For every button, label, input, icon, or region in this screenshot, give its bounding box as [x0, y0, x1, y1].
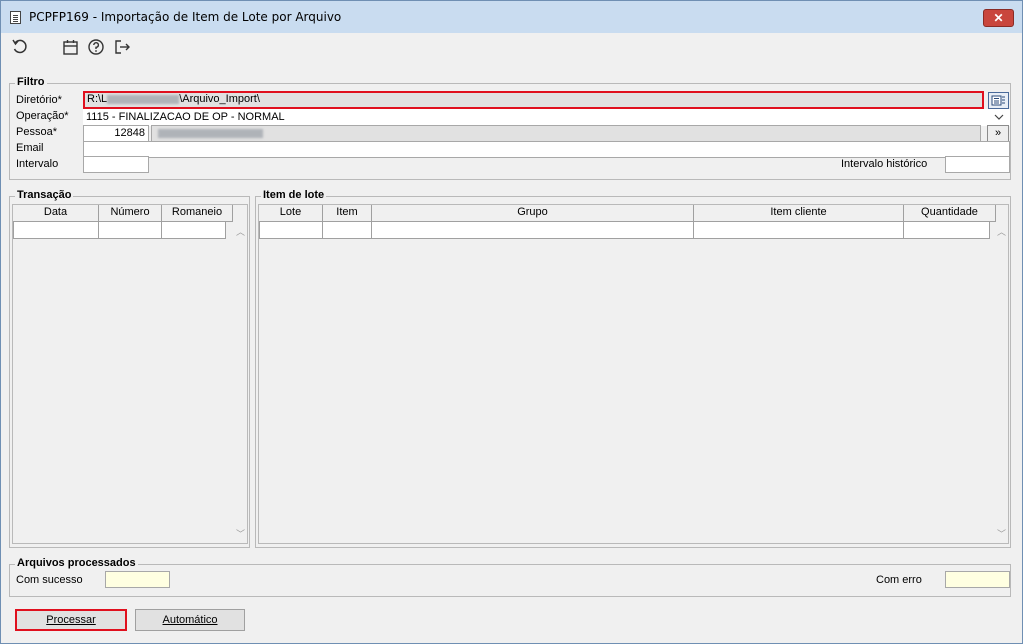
document-icon: [10, 11, 21, 24]
redacted-text: [107, 94, 180, 104]
refresh-icon[interactable]: [11, 38, 29, 56]
pessoa-search-button[interactable]: »: [987, 125, 1009, 142]
scroll-up-icon[interactable]: ︿: [995, 225, 1008, 238]
col-header-item[interactable]: Item: [323, 205, 372, 222]
grid-cell[interactable]: [694, 222, 904, 239]
intervalo-label: Intervalo: [16, 158, 59, 170]
intervalo-historico-label: Intervalo histórico: [841, 158, 928, 170]
chevron-down-icon[interactable]: [994, 113, 1004, 121]
scroll-down-icon[interactable]: ﹀: [234, 527, 247, 540]
scroll-down-icon[interactable]: ﹀: [995, 527, 1008, 540]
email-label: Email: [16, 142, 44, 154]
toolbar: [1, 33, 1022, 63]
diretorio-label: Diretório*: [16, 94, 62, 106]
intervalo-field[interactable]: [83, 156, 149, 173]
grid-cell[interactable]: [13, 222, 99, 239]
col-header-lote[interactable]: Lote: [259, 205, 323, 222]
pessoa-name-field: [151, 125, 981, 142]
redacted-text: [158, 128, 263, 138]
transacao-label: Transação: [15, 189, 74, 201]
scroll-up-icon[interactable]: ︿: [234, 225, 247, 238]
col-header-quantidade[interactable]: Quantidade: [904, 205, 996, 222]
erro-label: Com erro: [876, 574, 922, 586]
processar-label: Processar: [46, 614, 96, 626]
grid-cell[interactable]: [259, 222, 323, 239]
diretorio-field[interactable]: R:\L \Arquivo_Import\: [83, 91, 984, 109]
col-header-data[interactable]: Data: [13, 205, 99, 222]
diretorio-prefix: R:\L: [87, 93, 108, 105]
col-header-numero[interactable]: Número: [99, 205, 162, 222]
email-field[interactable]: [83, 141, 1010, 158]
sucesso-field: [105, 571, 170, 588]
operacao-label: Operação*: [16, 110, 69, 122]
filtro-label: Filtro: [15, 76, 47, 88]
transacao-grid[interactable]: Data Número Romaneio ︿ ﹀: [12, 204, 248, 544]
pessoa-label: Pessoa*: [16, 126, 57, 138]
col-header-item-cliente[interactable]: Item cliente: [694, 205, 904, 222]
col-header-romaneio[interactable]: Romaneio: [162, 205, 233, 222]
grid-cell[interactable]: [372, 222, 694, 239]
folder-browse-icon[interactable]: [988, 92, 1009, 109]
automatico-button[interactable]: Automático: [135, 609, 245, 631]
automatico-label: Automático: [162, 614, 218, 626]
item-lote-label: Item de lote: [261, 189, 327, 201]
app-window: PCPFP169 - Importação de Item de Lote po…: [0, 0, 1023, 644]
arquivos-label: Arquivos processados: [15, 557, 138, 569]
title-bar: PCPFP169 - Importação de Item de Lote po…: [1, 1, 1022, 33]
grid-cell[interactable]: [323, 222, 372, 239]
operacao-select[interactable]: 1115 - FINALIZACAO DE OP - NORMAL: [83, 109, 1010, 126]
help-icon[interactable]: [87, 38, 105, 56]
intervalo-historico-field[interactable]: [945, 156, 1010, 173]
pessoa-code-field[interactable]: 12848: [83, 125, 149, 142]
grid-cell[interactable]: [162, 222, 226, 239]
processar-button[interactable]: Processar: [15, 609, 127, 631]
item-lote-grid[interactable]: Lote Item Grupo Item cliente Quantidade …: [258, 204, 1009, 544]
calendar-icon[interactable]: [62, 38, 80, 56]
exit-icon[interactable]: [113, 38, 131, 56]
close-button[interactable]: ✕: [983, 9, 1014, 27]
diretorio-suffix: \Arquivo_Import\: [179, 93, 260, 105]
erro-field: [945, 571, 1010, 588]
col-header-grupo[interactable]: Grupo: [372, 205, 694, 222]
sucesso-label: Com sucesso: [16, 574, 83, 586]
operacao-value: 1115 - FINALIZACAO DE OP - NORMAL: [86, 111, 285, 123]
client-area: Filtro Diretório* R:\L \Arquivo_Import\ O…: [6, 63, 1019, 641]
grid-cell[interactable]: [99, 222, 162, 239]
grid-cell[interactable]: [904, 222, 990, 239]
window-title: PCPFP169 - Importação de Item de Lote po…: [29, 10, 342, 24]
